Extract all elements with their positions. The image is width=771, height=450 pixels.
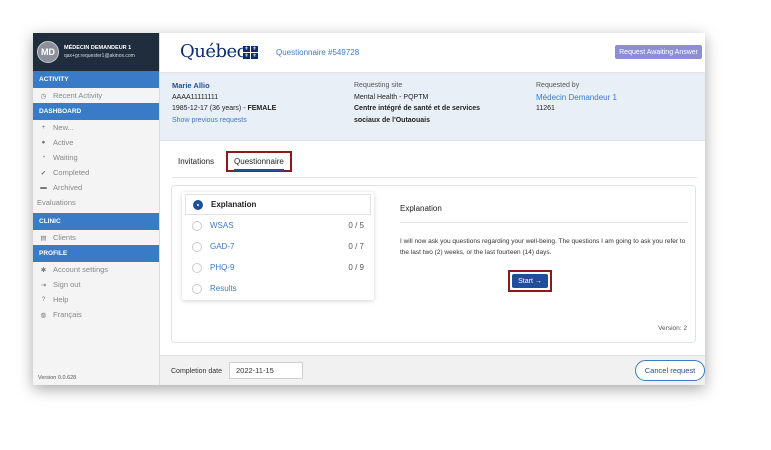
sidebar-item-active[interactable]: ● Active <box>33 135 159 150</box>
main-panel: Québec ⚜ ⚜ ⚜ ⚜ Questionnaire #549728 Reques… <box>160 33 705 385</box>
sidebar-item-new[interactable]: + New... <box>33 120 159 135</box>
content-area: Invitations Questionnaire Explanation WS… <box>160 141 705 355</box>
explanation-text: I will now ask you questions regarding y… <box>400 238 686 256</box>
step-phq9[interactable]: PHQ-9 0 / 9 <box>182 257 374 278</box>
tab-invitations[interactable]: Invitations <box>172 151 220 172</box>
sidebar-item-clients[interactable]: ▤ Clients <box>33 230 159 245</box>
site-org-line2: sociaux de l'Outaouais <box>354 116 430 124</box>
user-name: MÉDECIN DEMANDEUR 1 <box>64 45 132 51</box>
check-icon: ✔ <box>40 169 47 177</box>
request-info: Marie Allio AAAA11111111 1985-12-17 (36 … <box>160 73 705 141</box>
sidebar-item-waiting[interactable]: ◔ Waiting <box>33 150 159 165</box>
radio-icon <box>192 262 202 273</box>
completion-date-input[interactable]: 2022-11-15 <box>229 362 303 379</box>
step-score: 0 / 7 <box>348 242 364 251</box>
patient-info: Marie Allio AAAA11111111 1985-12-17 (36 … <box>172 80 276 126</box>
questionnaire-version: Version: 2 <box>658 325 687 332</box>
exclamation-icon: ● <box>41 139 46 146</box>
app-window: MD MÉDECIN DEMANDEUR 1 qax+gr.requester1… <box>33 33 705 385</box>
show-previous-link[interactable]: Show previous requests <box>172 115 276 127</box>
step-list: Explanation WSAS 0 / 5 GAD-7 0 / 7 PHQ-9… <box>182 192 374 300</box>
requester-number: 11261 <box>536 105 555 112</box>
header: Québec ⚜ ⚜ ⚜ ⚜ Questionnaire #549728 Reques… <box>160 33 705 73</box>
tab-divider <box>172 177 697 178</box>
status-badge: Request Awaiting Answer <box>615 45 702 59</box>
explanation-title: Explanation <box>400 204 442 213</box>
sidebar-item-account-settings[interactable]: ✱ Account settings <box>33 262 159 277</box>
folder-icon: ▬ <box>40 184 47 191</box>
globe-icon: ◍ <box>40 311 47 319</box>
tab-questionnaire[interactable]: Questionnaire <box>226 151 292 172</box>
sidebar-item-recent-activity[interactable]: ◷ Recent Activity <box>33 88 159 103</box>
sidebar-item-help[interactable]: ? Help <box>33 292 159 307</box>
cancel-request-button[interactable]: Cancel request <box>635 360 705 381</box>
site-name: Mental Health - PQPTM <box>354 93 429 101</box>
sidebar-item-archived[interactable]: ▬ Archived <box>33 180 159 195</box>
patient-id: AAAA11111111 <box>172 93 219 101</box>
completion-date-label: Completion date <box>171 368 222 375</box>
step-results[interactable]: Results <box>182 278 374 299</box>
site-label: Requesting site <box>354 82 403 89</box>
questionnaire-card: Explanation WSAS 0 / 5 GAD-7 0 / 7 PHQ-9… <box>171 185 696 343</box>
requester-name[interactable]: Médecin Demandeur 1 <box>536 92 617 104</box>
sidebar-item-sign-out[interactable]: ⇥ Sign out <box>33 277 159 292</box>
footer-bar: Completion date 2022-11-15 Cancel reques… <box>160 355 705 385</box>
user-email: qax+gr.requester1@akinox.com <box>64 53 135 59</box>
quebec-logo: Québec <box>180 41 247 62</box>
divider <box>400 222 688 223</box>
step-score: 0 / 9 <box>348 263 364 272</box>
requester-label: Requested by <box>536 82 580 89</box>
site-info: Requesting site Mental Health - PQPTM Ce… <box>354 80 480 126</box>
tab-bar: Invitations Questionnaire <box>172 151 292 172</box>
avatar: MD <box>37 41 59 63</box>
radio-icon <box>192 220 202 231</box>
section-clinic: CLINIC <box>33 213 159 230</box>
requester-info: Requested by Médecin Demandeur 1 11261 <box>536 80 617 115</box>
sign-out-icon: ⇥ <box>40 281 47 289</box>
question-icon: ? <box>41 296 46 303</box>
radio-icon <box>192 283 202 294</box>
plus-icon: + <box>41 124 46 131</box>
fleur-de-lis-icon: ⚜ ⚜ ⚜ ⚜ <box>243 46 258 59</box>
gear-icon: ✱ <box>40 266 47 274</box>
step-explanation[interactable]: Explanation <box>185 194 371 215</box>
radio-icon <box>192 241 202 252</box>
sidebar: MD MÉDECIN DEMANDEUR 1 qax+gr.requester1… <box>33 33 160 385</box>
step-gad7[interactable]: GAD-7 0 / 7 <box>182 236 374 257</box>
patient-dob: 1985-12-17 (36 years) - FEMALE <box>172 105 277 112</box>
section-dashboard: DASHBOARD <box>33 103 159 120</box>
site-org-line1: Centre intégré de santé et de services <box>354 105 481 112</box>
sidebar-item-evaluations[interactable]: Evaluations <box>33 195 159 210</box>
id-card-icon: ▤ <box>40 234 47 242</box>
step-score: 0 / 5 <box>348 221 364 230</box>
radio-icon <box>193 199 203 210</box>
app-version: Version 0.0.628 <box>38 375 77 381</box>
clock-icon: ◷ <box>40 92 47 100</box>
sidebar-item-language[interactable]: ◍ Français <box>33 307 159 322</box>
patient-name: Marie Allio <box>172 81 210 90</box>
user-profile[interactable]: MD MÉDECIN DEMANDEUR 1 qax+gr.requester1… <box>33 33 159 71</box>
sidebar-item-completed[interactable]: ✔ Completed <box>33 165 159 180</box>
start-button-highlight: Start → <box>508 270 552 292</box>
section-profile: PROFILE <box>33 245 159 262</box>
section-activity: ACTIVITY <box>33 71 159 88</box>
start-button[interactable]: Start → <box>512 274 548 288</box>
questionnaire-number: Questionnaire #549728 <box>276 48 360 57</box>
clock-icon: ◔ <box>41 154 46 161</box>
step-wsas[interactable]: WSAS 0 / 5 <box>182 215 374 236</box>
